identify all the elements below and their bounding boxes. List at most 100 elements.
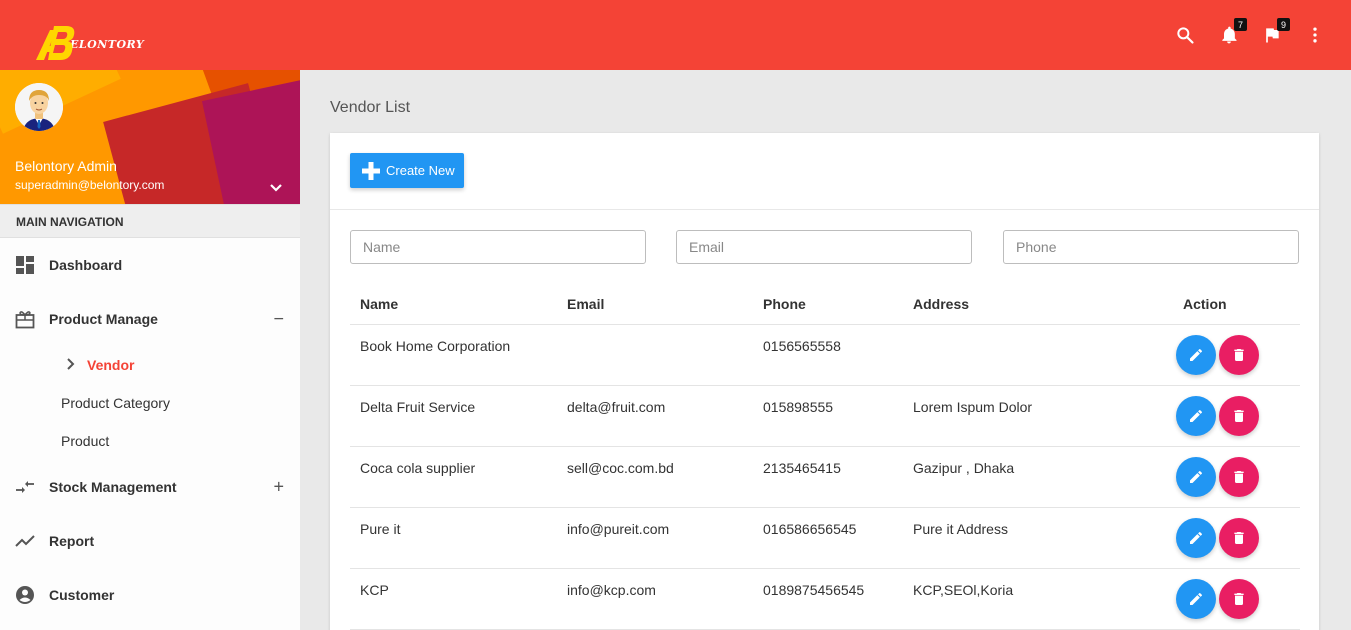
vendor-phone-cell: 015898555 [753, 385, 903, 447]
column-header-address[interactable]: Address [903, 284, 1173, 325]
vendor-phone-cell: 016586656545 [753, 507, 903, 569]
create-new-label: Create New [386, 163, 455, 178]
sidebar-item-label: Stock Management [49, 479, 177, 495]
vendor-name-cell: Book Home Corporation [350, 324, 557, 386]
sidebar-subitem-label: Vendor [87, 357, 135, 373]
notifications-badge: 7 [1234, 18, 1247, 31]
delete-button[interactable] [1219, 334, 1259, 375]
search-button[interactable] [1174, 24, 1196, 46]
delete-button[interactable] [1219, 517, 1259, 558]
notifications-button[interactable]: 7 [1218, 18, 1247, 46]
user-name: Belontory Admin [15, 158, 117, 174]
sidebar-subitem-product-category[interactable]: Product Category [0, 384, 300, 422]
edit-button[interactable] [1176, 334, 1216, 375]
column-header-phone[interactable]: Phone [753, 284, 903, 325]
sidebar-item-dashboard[interactable]: Dashboard [0, 238, 300, 292]
vendor-name-cell: Pure it [350, 507, 557, 569]
vendor-actions-cell [1173, 507, 1300, 569]
vendor-address-cell: Gazipur , Dhaka [903, 446, 1173, 508]
pencil-icon [1190, 409, 1202, 422]
table-row: Book Home Corporation 0156565558 [350, 324, 1300, 386]
logo-mark-icon [36, 26, 75, 60]
edit-button[interactable] [1176, 517, 1216, 558]
user-info-panel: Belontory Admin superadmin@belontory.com [0, 70, 300, 204]
delete-button[interactable] [1219, 395, 1259, 436]
table-row: Pure it info@pureit.com 016586656545 Pur… [350, 507, 1300, 569]
collapse-toggle[interactable]: − [273, 309, 284, 330]
column-header-name[interactable]: Name [350, 284, 557, 325]
vendor-actions-cell [1173, 324, 1300, 386]
vendor-email-cell [557, 324, 753, 386]
account-circle-icon [15, 585, 35, 605]
vendor-actions-cell [1173, 568, 1300, 630]
vendor-email-cell: delta@fruit.com [557, 385, 753, 447]
vendor-actions-cell [1173, 385, 1300, 447]
avatar[interactable] [15, 83, 63, 131]
brand-name: ELONTORY [70, 37, 145, 51]
page-title: Vendor List [330, 99, 411, 116]
vendor-email-cell: info@pureit.com [557, 507, 753, 569]
sidebar: Belontory Admin superadmin@belontory.com… [0, 70, 300, 630]
column-header-email[interactable]: Email [557, 284, 753, 325]
sidebar-item-product-manage[interactable]: Product Manage − [0, 292, 300, 346]
vendor-address-cell [903, 324, 1173, 386]
table-row: Delta Fruit Service delta@fruit.com 0158… [350, 385, 1300, 447]
search-icon [1177, 27, 1194, 44]
plus-icon [362, 161, 380, 180]
pencil-icon [1190, 531, 1202, 544]
flags-badge: 9 [1277, 18, 1290, 31]
vendor-actions-cell [1173, 446, 1300, 508]
vendor-phone-cell: 0156565558 [753, 324, 903, 386]
vendor-phone-cell: 0189875456545 [753, 568, 903, 630]
compare-arrows-icon [15, 477, 35, 497]
email-filter-input[interactable] [676, 230, 972, 264]
sidebar-subitem-vendor[interactable]: Vendor [0, 346, 300, 384]
vendor-email-cell: sell@coc.com.bd [557, 446, 753, 508]
user-avatar-icon [15, 83, 63, 131]
trash-icon [1234, 409, 1244, 422]
vendor-address-cell: Lorem Ispum Dolor [903, 385, 1173, 447]
vendor-name-cell: Coca cola supplier [350, 446, 557, 508]
create-new-button[interactable]: Create New [350, 153, 464, 188]
top-bar: ELONTORY 7 9 [0, 0, 1351, 70]
vendor-email-cell: info@kcp.com [557, 568, 753, 630]
vendor-address-cell: KCP,SEOl,Koria [903, 568, 1173, 630]
trending-up-icon [15, 531, 35, 551]
edit-button[interactable] [1176, 456, 1216, 497]
dashboard-icon [15, 255, 35, 275]
expand-toggle[interactable]: + [273, 477, 284, 498]
trash-icon [1234, 592, 1244, 605]
pencil-icon [1190, 348, 1202, 361]
pencil-icon [1190, 592, 1202, 605]
pencil-icon [1190, 470, 1202, 483]
sidebar-item-customer[interactable]: Customer [0, 568, 300, 622]
nav-section-header: MAIN NAVIGATION [0, 204, 300, 238]
more-menu-button[interactable] [1304, 24, 1326, 46]
delete-button[interactable] [1219, 578, 1259, 619]
edit-button[interactable] [1176, 578, 1216, 619]
name-filter-input[interactable] [350, 230, 646, 264]
flags-button[interactable]: 9 [1261, 18, 1290, 46]
trash-icon [1234, 531, 1244, 544]
card-header: Create New [330, 133, 1319, 210]
table-row: Coca cola supplier sell@coc.com.bd 21354… [350, 446, 1300, 508]
sidebar-item-label: Dashboard [49, 257, 123, 273]
vendor-phone-cell: 2135465415 [753, 446, 903, 508]
chevron-down-icon[interactable] [268, 180, 284, 196]
phone-filter-input[interactable] [1003, 230, 1299, 264]
edit-button[interactable] [1176, 395, 1216, 436]
more-vert-icon [1313, 27, 1317, 43]
sidebar-subitem-label: Product Category [61, 395, 170, 411]
vendor-table: Name Email Phone Address Action Book Hom… [350, 284, 1300, 630]
vendor-address-cell: Pure it Address [903, 507, 1173, 569]
sidebar-item-label: Report [49, 533, 95, 549]
sidebar-item-stock-management[interactable]: Stock Management + [0, 460, 300, 514]
column-header-action: Action [1173, 284, 1300, 325]
brand-logo[interactable]: ELONTORY [32, 22, 144, 62]
delete-button[interactable] [1219, 456, 1259, 497]
sidebar-item-report[interactable]: Report [0, 514, 300, 568]
sidebar-subitem-product[interactable]: Product [0, 422, 300, 460]
vendor-name-cell: Delta Fruit Service [350, 385, 557, 447]
vendor-list-card: Create New Name Email Phone Address Acti… [330, 133, 1319, 630]
trash-icon [1234, 470, 1244, 483]
